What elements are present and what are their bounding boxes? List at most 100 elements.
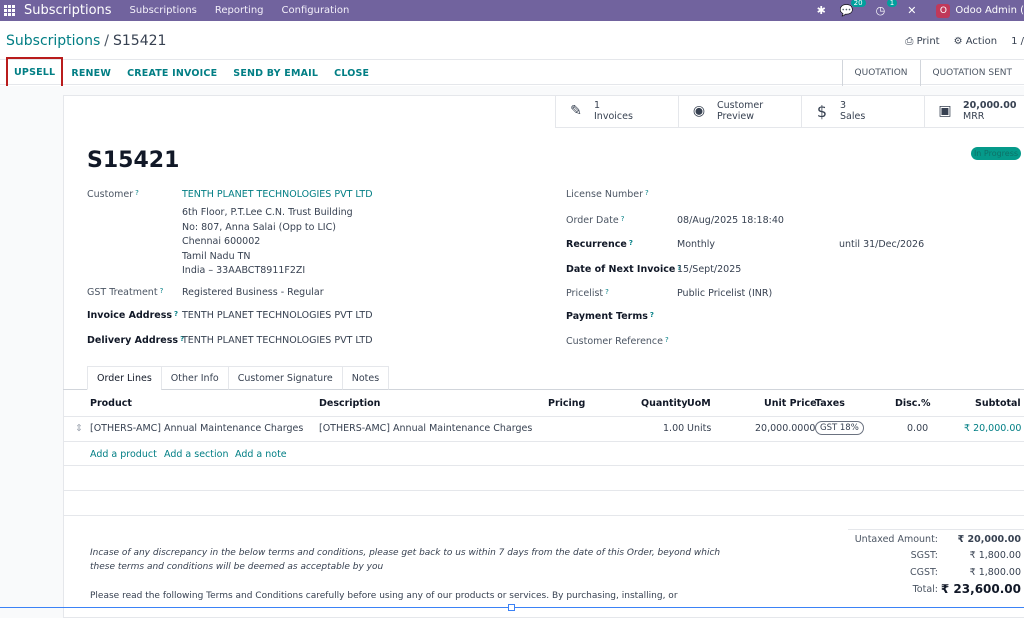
invoice-address-label: Invoice Address? [87,310,179,321]
sgst-amount: ₹ 1,800.00 [969,550,1021,561]
pricelist-field[interactable]: Public Pricelist (INR) [677,288,772,299]
license-label: License Number? [566,189,649,200]
smart-button-mrr[interactable]: ▣ 20,000.00 MRR [924,95,1024,128]
menu-subscriptions[interactable]: Subscriptions [130,5,197,16]
drag-handle-icon[interactable]: ⇕ [75,423,83,434]
print-button[interactable]: ⎙ Print [905,36,939,47]
smart-button-customer-preview[interactable]: ◉ Customer Preview [678,95,801,128]
line-unit-price[interactable]: 20,000.0000 [755,423,815,434]
tab-customer-signature[interactable]: Customer Signature [227,366,343,390]
breadcrumb-current: S15421 [113,33,167,49]
dollar-icon: $ [816,101,828,121]
menu-configuration[interactable]: Configuration [282,5,350,16]
line-tax-tag[interactable]: GST 18% [815,421,864,435]
col-discount[interactable]: Disc.% [895,398,931,409]
action-button[interactable]: ⚙ Action [954,36,997,47]
create-invoice-button[interactable]: CREATE INVOICE [119,68,225,79]
messages-badge: 20 [850,0,866,7]
tab-notes[interactable]: Notes [341,366,390,390]
col-pricing[interactable]: Pricing [548,398,585,409]
end-date-field[interactable]: until 31/Dec/2026 [839,239,924,250]
notebook-tabs: Order Lines Other Info Customer Signatur… [87,366,390,390]
pricelist-label: Pricelist? [566,288,609,299]
activities-badge: 1 [886,0,898,7]
bug-icon[interactable]: ✱ [817,4,826,17]
avatar[interactable]: O [936,3,951,18]
col-uom[interactable]: UoM [687,398,711,409]
menu-reporting[interactable]: Reporting [215,5,264,16]
sgst-label: SGST: [910,550,938,561]
breadcrumb-parent[interactable]: Subscriptions [6,33,100,49]
order-date-field[interactable]: 08/Aug/2025 18:18:40 [677,215,784,226]
customer-field[interactable]: TENTH PLANET TECHNOLOGIES PVT LTD [182,189,373,200]
user-menu[interactable]: Odoo Admin ( [955,5,1024,16]
activities-icon[interactable]: ◷ 1 [876,0,898,17]
cgst-label: CGST: [910,567,938,578]
untaxed-label: Untaxed Amount: [854,534,938,545]
breadcrumb: Subscriptions / S15421 [6,33,166,49]
terms-notice[interactable]: Incase of any discrepancy in the below t… [90,546,720,574]
customer-label: Customer? [87,189,139,200]
renew-button[interactable]: RENEW [63,68,119,79]
stage-quotation[interactable]: QUOTATION [841,60,920,86]
delivery-address-field[interactable]: TENTH PLANET TECHNOLOGIES PVT LTD [182,335,373,346]
recurrence-label: Recurrence? [566,239,633,250]
tab-order-lines[interactable]: Order Lines [87,366,162,390]
resize-handle[interactable] [508,604,515,611]
smart-button-sales[interactable]: $ 3 Sales [801,95,924,128]
line-quantity[interactable]: 1.00 [663,423,684,434]
untaxed-amount: ₹ 20,000.00 [957,534,1021,545]
close-button[interactable]: CLOSE [326,68,377,79]
total-amount: ₹ 23,600.00 [940,582,1021,596]
breadcrumb-separator: / [104,33,109,49]
add-product-link[interactable]: Add a product [90,449,157,460]
money-icon: ▣ [938,103,952,119]
totals-panel [848,529,1024,530]
terms-body[interactable]: Please read the following Terms and Cond… [90,589,678,603]
printer-icon: ⎙ [905,36,917,47]
line-product[interactable]: [OTHERS-AMC] Annual Maintenance Charges [90,423,303,434]
tab-other-info[interactable]: Other Info [160,366,229,390]
payment-terms-label: Payment Terms? [566,311,654,322]
edit-icon: ✎ [570,103,582,119]
total-label: Total: [912,584,938,595]
invoice-address-field[interactable]: TENTH PLANET TECHNOLOGIES PVT LTD [182,310,373,321]
next-invoice-field[interactable]: 15/Sept/2025 [677,264,741,275]
upsell-button[interactable]: UPSELL [6,57,64,88]
statusbar: UPSELL RENEW CREATE INVOICE SEND BY EMAI… [0,57,1024,88]
top-navbar: Subscriptions Subscriptions Reporting Co… [0,0,1024,21]
col-unit-price[interactable]: Unit Price [764,398,817,409]
line-subtotal: ₹ 20,000.00 [964,423,1022,434]
smart-buttons: ✎ 1 Invoices ◉ Customer Preview $ 3 Sales ▣… [555,95,1024,128]
smart-button-invoices[interactable]: ✎ 1 Invoices [555,95,678,128]
add-note-link[interactable]: Add a note [235,449,287,460]
apps-menu-icon[interactable] [4,4,16,17]
order-date-label: Order Date? [566,215,625,226]
col-taxes[interactable]: Taxes [815,398,845,409]
customer-address: 6th Floor, P.T.Lee C.N. Trust Building N… [182,207,353,276]
col-quantity[interactable]: Quantity [641,398,688,409]
delivery-address-label: Delivery Address? [87,335,185,346]
record-title: S15421 [87,148,180,173]
line-uom[interactable]: Units [687,423,711,434]
status-badge: In Progress [971,147,1021,160]
col-product[interactable]: Product [90,398,132,409]
cgst-amount: ₹ 1,800.00 [969,567,1021,578]
next-invoice-label: Date of Next Invoice? [566,264,682,275]
add-section-link[interactable]: Add a section [164,449,228,460]
send-by-email-button[interactable]: SEND BY EMAIL [225,68,326,79]
app-brand[interactable]: Subscriptions [24,3,112,18]
col-subtotal[interactable]: Subtotal [975,398,1021,409]
line-discount[interactable]: 0.00 [907,423,928,434]
globe-icon: ◉ [692,103,706,119]
gst-field[interactable]: Registered Business - Regular [182,287,324,298]
recurrence-field[interactable]: Monthly [677,239,715,250]
line-description[interactable]: [OTHERS-AMC] Annual Maintenance Charges [319,423,532,434]
gear-icon: ⚙ [953,36,966,47]
gst-label: GST Treatment? [87,287,164,298]
stage-quotation-sent[interactable]: QUOTATION SENT [919,60,1024,86]
pager[interactable]: 1 / [1011,36,1024,47]
tools-icon[interactable]: ✕ [907,4,916,17]
col-description[interactable]: Description [319,398,380,409]
messages-icon[interactable]: 💬 20 [840,0,866,17]
